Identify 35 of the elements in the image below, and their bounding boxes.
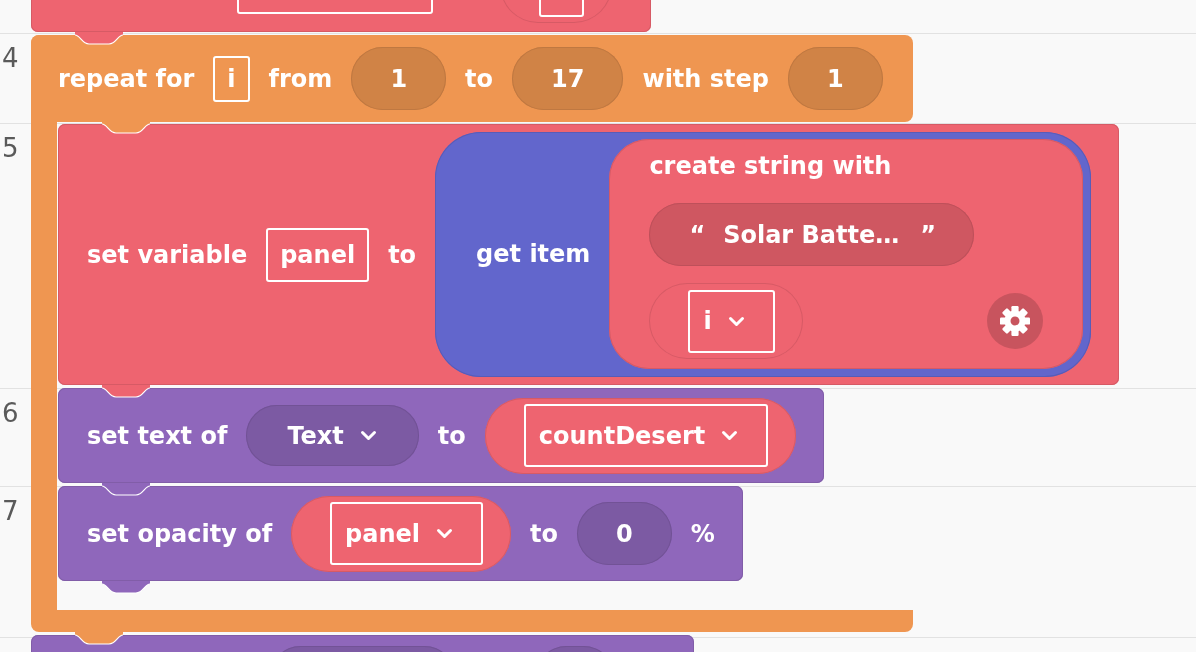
chevron-down-icon [721, 430, 739, 441]
number-field[interactable]: 17 [512, 47, 624, 110]
number-field[interactable]: 0 [577, 502, 672, 565]
variable-dropdown[interactable]: panel [330, 502, 484, 565]
chevron-down-icon [727, 315, 745, 327]
number-field[interactable]: 1 [788, 47, 883, 110]
block-label: to [437, 420, 466, 451]
close-quote: ” [920, 219, 937, 250]
component-dropdown[interactable]: Text [246, 405, 419, 466]
number-field[interactable]: 1 [351, 47, 447, 110]
block-label: to [530, 518, 559, 549]
block-label: repeat for [58, 63, 195, 94]
name-field[interactable]: i [213, 55, 250, 102]
block-label: with step [642, 63, 769, 94]
chevron-down-icon [436, 528, 454, 539]
variable-dropdown[interactable]: countDesert [523, 404, 769, 467]
block-label: to [465, 63, 494, 94]
block-label: create string with [649, 151, 892, 181]
block-label: % [690, 518, 715, 549]
block-label: set text of [87, 420, 228, 451]
line-number: 6 [2, 398, 19, 428]
variable-dropdown[interactable]: i [688, 289, 775, 353]
open-quote: “ [689, 219, 706, 250]
line-number: 7 [2, 496, 19, 526]
block-label: get item [476, 239, 591, 269]
block-label: from [268, 63, 333, 94]
name-field[interactable]: panel [266, 227, 370, 282]
line-number: 4 [2, 43, 19, 73]
block-label: set opacity of [87, 518, 273, 549]
settings-icon[interactable] [987, 293, 1044, 349]
chevron-down-icon [359, 430, 377, 441]
line-number: 5 [2, 133, 19, 163]
block-label: to [388, 239, 417, 270]
block-label: set variable [87, 239, 248, 270]
string-text[interactable]: Solar Batte… [723, 219, 900, 250]
